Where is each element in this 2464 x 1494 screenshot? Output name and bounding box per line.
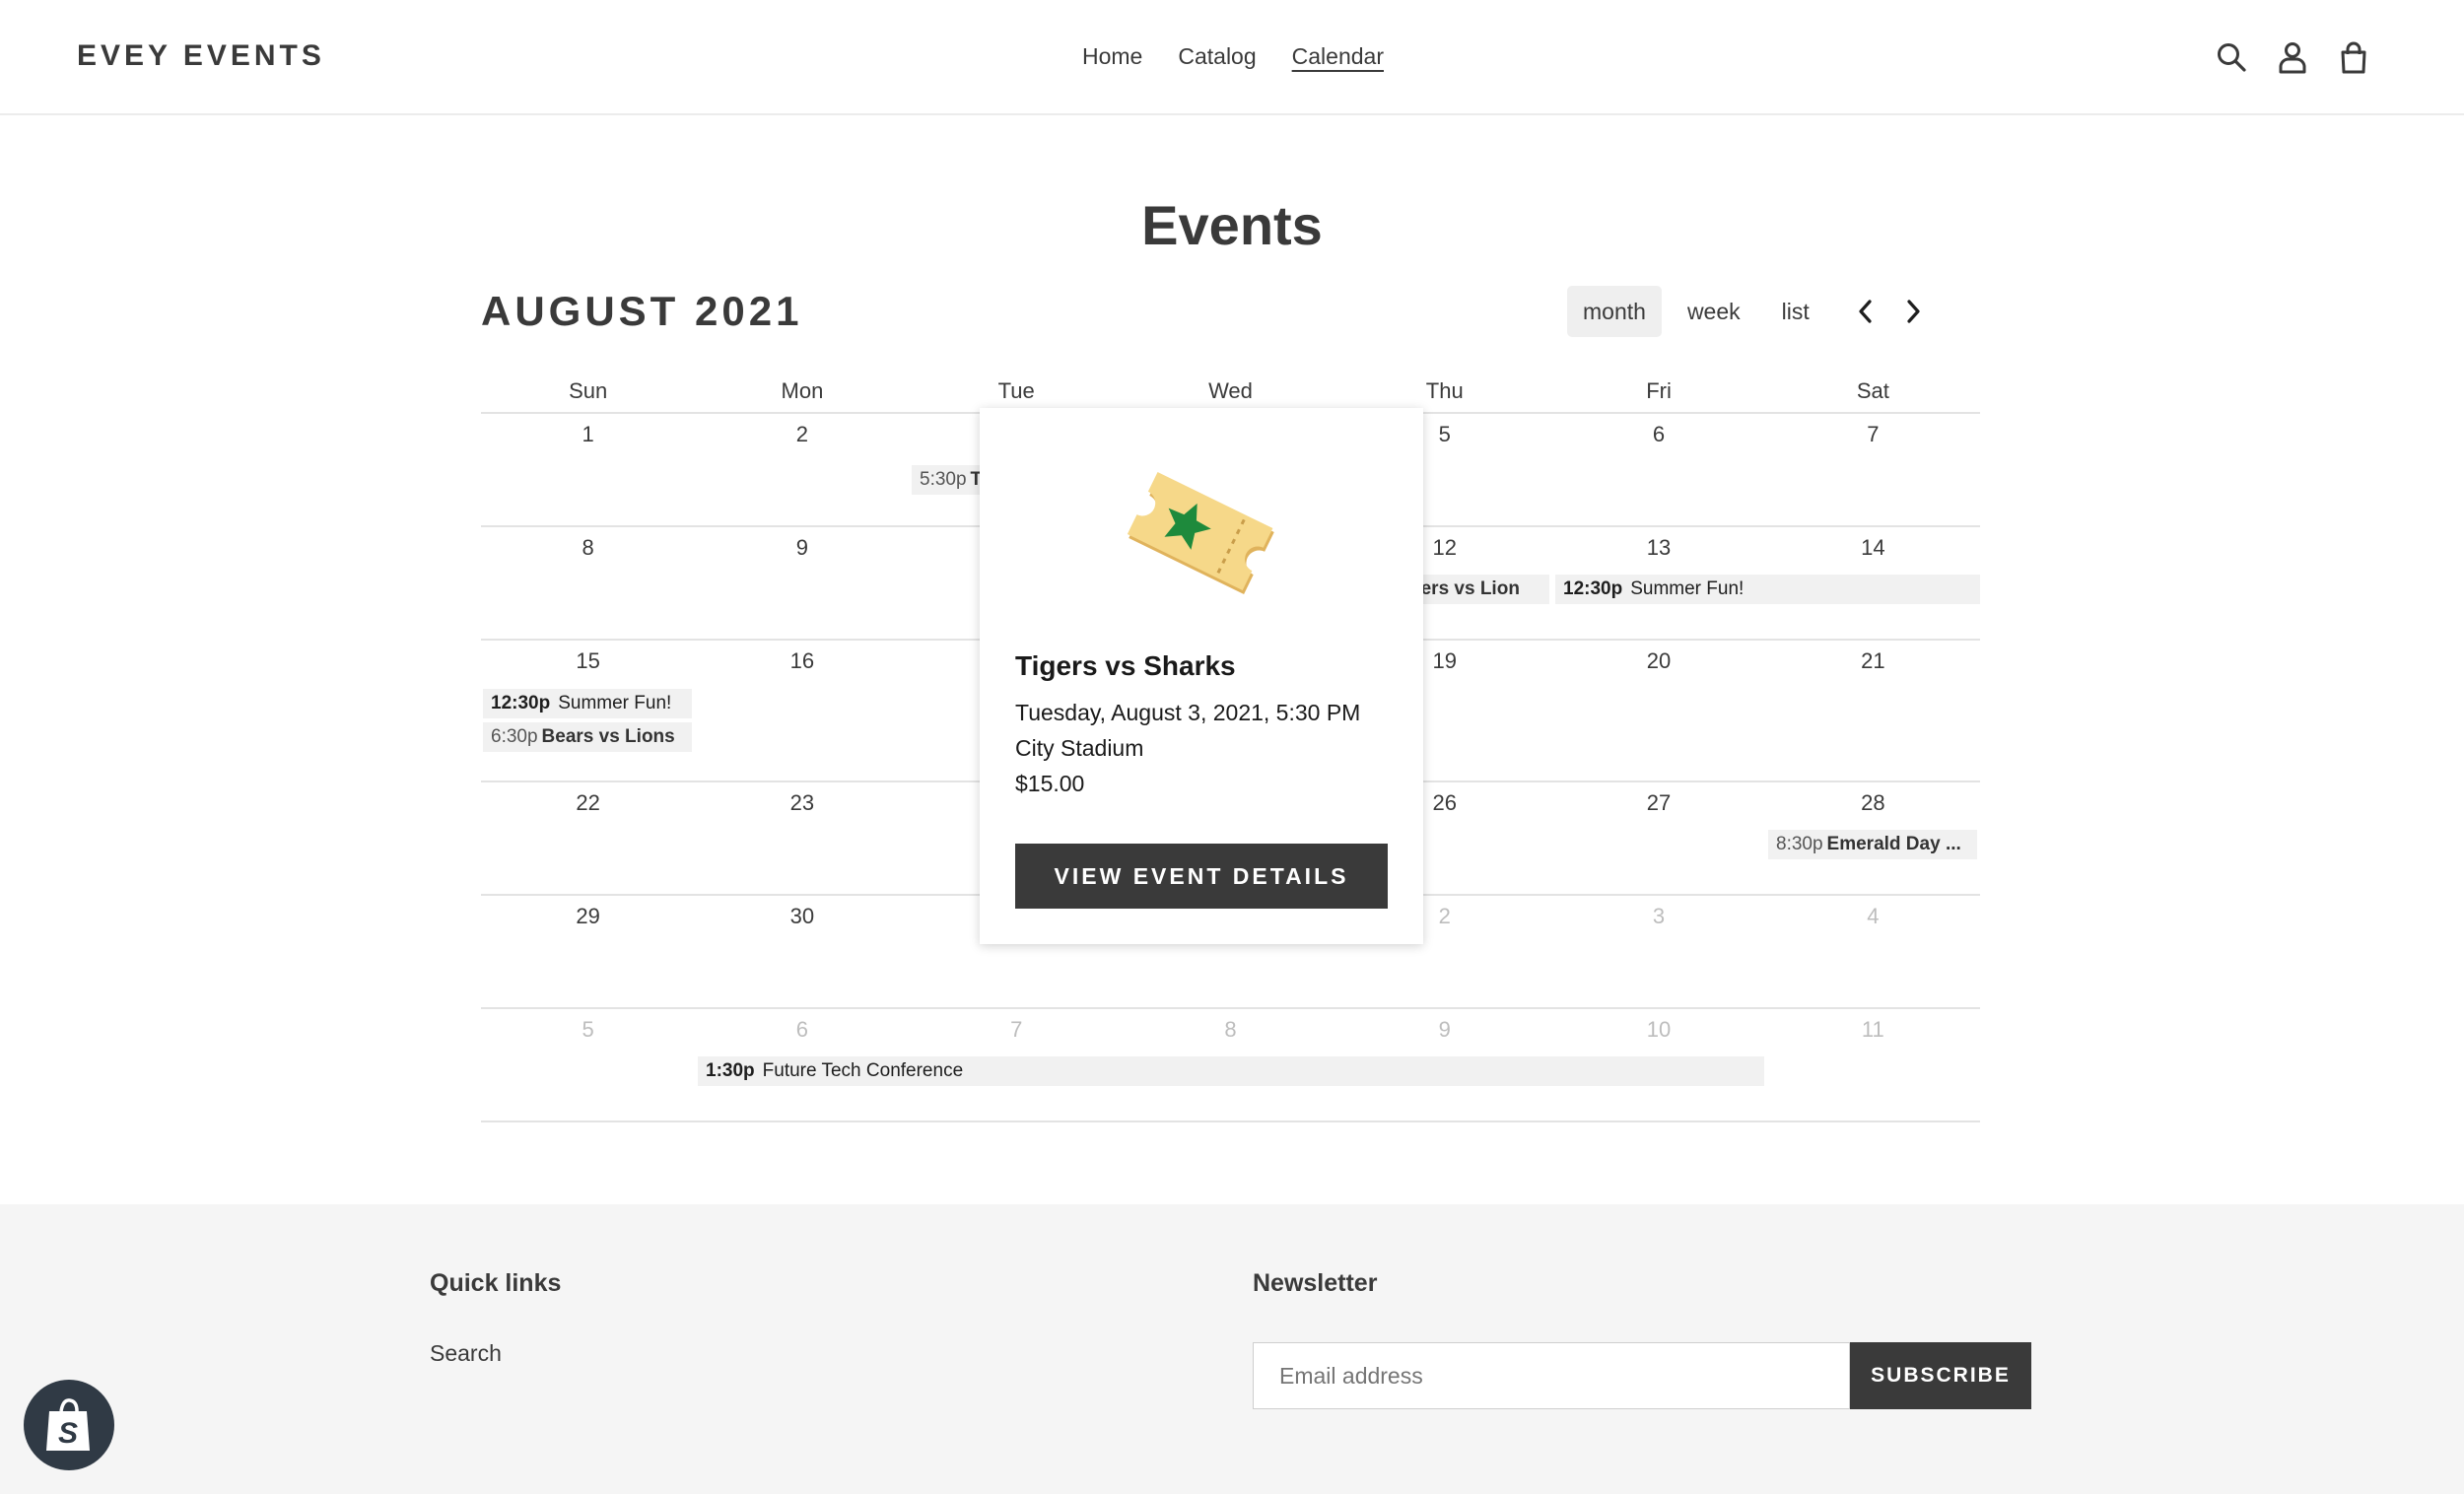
footer-link-search[interactable]: Search xyxy=(430,1340,502,1367)
calendar-month-title: AUGUST 2021 xyxy=(481,288,803,334)
calendar-event[interactable]: 12:30p Summer Fun! xyxy=(483,689,692,718)
event-time: 1:30p xyxy=(706,1060,755,1081)
popup-event-datetime: Tuesday, August 3, 2021, 5:30 PM xyxy=(1015,700,1361,725)
view-list-button[interactable]: list xyxy=(1766,286,1825,337)
weekday-fri: Fri xyxy=(1646,378,1672,403)
ticket-icon xyxy=(1127,472,1274,594)
day-cell[interactable]: 21 xyxy=(1766,641,1980,680)
day-cell[interactable]: 1 xyxy=(481,414,695,453)
event-name: Summer Fun! xyxy=(558,693,672,713)
view-event-details-button[interactable]: VIEW EVENT DETAILS xyxy=(1015,844,1388,909)
nav-catalog[interactable]: Catalog xyxy=(1178,43,1256,70)
day-cell[interactable]: 9 xyxy=(695,527,909,567)
day-cell[interactable]: 6 xyxy=(1551,414,1765,453)
day-cell[interactable]: 11 xyxy=(1766,1009,1980,1049)
day-cell[interactable]: 9 xyxy=(1337,1009,1551,1049)
calendar-event[interactable]: 1:30p Future Tech Conference xyxy=(698,1056,1764,1086)
day-cell[interactable]: 3 xyxy=(1551,896,1765,935)
chevron-left-icon xyxy=(1859,300,1872,323)
event-name: Emerald Day ... xyxy=(1826,834,1961,854)
event-popup: Tigers vs Sharks Tuesday, August 3, 2021… xyxy=(980,408,1423,944)
calendar-event[interactable]: 6:30p Bears vs Lions xyxy=(483,722,692,752)
site-logo[interactable]: EVEY EVENTS xyxy=(77,39,325,73)
event-time: 5:30p xyxy=(920,469,967,490)
quick-links-title: Quick links xyxy=(430,1269,562,1297)
event-time: 6:30p xyxy=(491,726,538,747)
day-cell[interactable]: 30 xyxy=(695,896,909,935)
weekday-wed: Wed xyxy=(1208,378,1253,403)
day-cell[interactable]: 7 xyxy=(910,1009,1124,1049)
subscribe-button[interactable]: SUBSCRIBE xyxy=(1850,1342,2031,1409)
site-header: EVEY EVENTS Home Catalog Calendar xyxy=(0,0,2464,115)
chevron-right-icon xyxy=(1907,300,1920,323)
event-time: 12:30p xyxy=(491,693,551,713)
nav-calendar[interactable]: Calendar xyxy=(1292,43,1384,70)
view-month-button[interactable]: month xyxy=(1567,286,1662,337)
day-cell[interactable]: 22 xyxy=(481,782,695,822)
account-icon[interactable] xyxy=(2275,39,2310,75)
day-cell[interactable]: 27 xyxy=(1551,782,1765,822)
newsletter-email-input[interactable] xyxy=(1253,1342,1850,1409)
day-cell[interactable]: 8 xyxy=(1124,1009,1337,1049)
shopping-bag-icon: S xyxy=(46,1398,90,1451)
day-cell[interactable]: 7 xyxy=(1766,414,1980,453)
calendar-event[interactable]: 8:30p Emerald Day ... xyxy=(1768,830,1977,859)
nav-home[interactable]: Home xyxy=(1082,43,1142,70)
weekday-sun: Sun xyxy=(569,378,608,403)
calendar-week: 5 6 7 8 9 10 11 1:30p Future Tech Confere… xyxy=(481,1009,1980,1122)
day-cell[interactable]: 5 xyxy=(481,1009,695,1049)
day-cell[interactable]: 10 xyxy=(1551,1009,1765,1049)
site-footer: Quick links Search Newsletter SUBSCRIBE xyxy=(0,1204,2464,1494)
day-cell[interactable]: 2 xyxy=(695,414,909,453)
next-month-button[interactable] xyxy=(1894,286,1934,337)
day-cell[interactable]: 6 xyxy=(695,1009,909,1049)
day-cell[interactable]: 29 xyxy=(481,896,695,935)
weekday-thu: Thu xyxy=(1425,378,1464,403)
prev-month-button[interactable] xyxy=(1845,286,1884,337)
event-name: Summer Fun! xyxy=(1630,578,1745,599)
day-cell[interactable]: 23 xyxy=(695,782,909,822)
cart-icon[interactable] xyxy=(2336,39,2371,75)
day-cell[interactable]: 15 xyxy=(481,641,695,680)
shopify-badge[interactable]: S xyxy=(24,1380,114,1470)
view-week-button[interactable]: week xyxy=(1672,286,1756,337)
main-nav: Home Catalog Calendar xyxy=(1082,43,1384,70)
day-cell[interactable]: 28 xyxy=(1766,782,1980,822)
day-cell[interactable]: 4 xyxy=(1766,896,1980,935)
event-name: Future Tech Conference xyxy=(762,1060,964,1081)
page-title: Events xyxy=(1141,194,1323,256)
header-icons xyxy=(2214,39,2371,75)
event-time: 8:30p xyxy=(1776,834,1823,854)
popup-event-venue: City Stadium xyxy=(1015,735,1144,761)
search-icon[interactable] xyxy=(2214,39,2249,75)
day-cell[interactable]: 8 xyxy=(481,527,695,567)
calendar-toolbar: month week list xyxy=(1567,286,1934,337)
event-name: Bears vs Lions xyxy=(541,726,675,747)
weekday-mon: Mon xyxy=(781,378,824,403)
newsletter-title: Newsletter xyxy=(1253,1269,1378,1297)
day-cell[interactable]: 13 xyxy=(1551,527,1765,567)
day-cell[interactable]: 14 xyxy=(1766,527,1980,567)
day-cell[interactable]: 16 xyxy=(695,641,909,680)
popup-event-price: $15.00 xyxy=(1015,771,1085,796)
weekday-tue: Tue xyxy=(997,378,1035,403)
calendar-event[interactable]: 12:30p Summer Fun! xyxy=(1555,575,1980,604)
popup-event-title: Tigers vs Sharks xyxy=(1015,650,1236,681)
weekday-sat: Sat xyxy=(1856,378,1889,403)
day-cell[interactable]: 20 xyxy=(1551,641,1765,680)
event-time: 12:30p xyxy=(1563,578,1623,599)
svg-text:S: S xyxy=(58,1417,78,1450)
event-name: gers vs Lion xyxy=(1409,578,1520,599)
